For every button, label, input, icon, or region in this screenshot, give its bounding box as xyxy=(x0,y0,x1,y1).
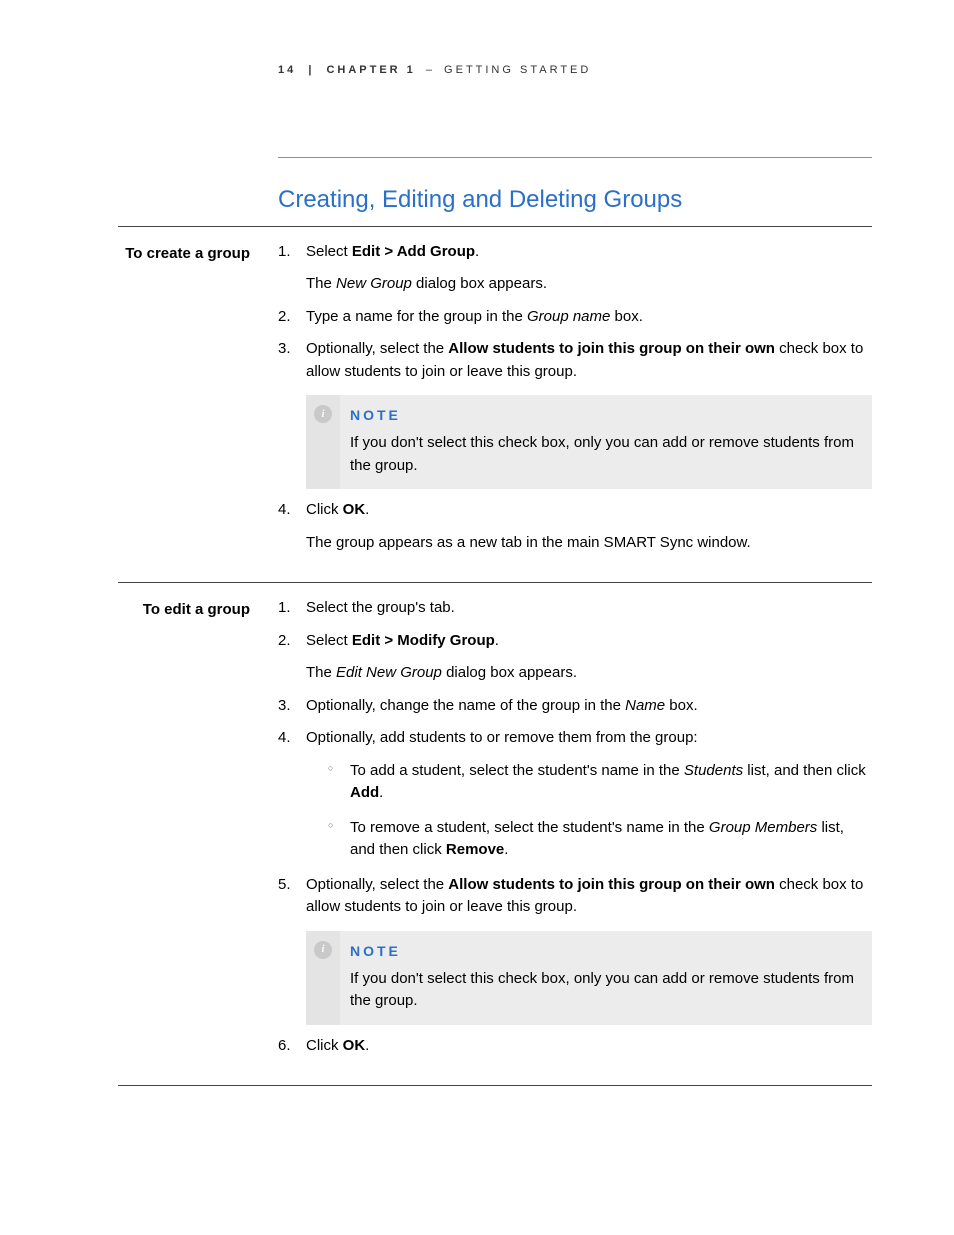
page-number: 14 xyxy=(278,64,296,76)
checkbox-label: Allow students to join this group on the… xyxy=(448,340,775,357)
text: Click xyxy=(306,1037,343,1054)
text: To add a student, select the student's n… xyxy=(350,762,684,779)
text: Optionally, change the name of the group… xyxy=(306,697,625,714)
edit-step-3: Optionally, change the name of the group… xyxy=(278,695,872,718)
edit-step-1: Select the group's tab. xyxy=(278,597,872,620)
running-header: 14 | CHAPTER 1 – GETTING STARTED xyxy=(118,62,872,79)
text: To remove a student, select the student'… xyxy=(350,819,709,836)
button-label: OK xyxy=(343,501,366,518)
text: dialog box appears. xyxy=(412,275,547,292)
text: dialog box appears. xyxy=(442,664,577,681)
create-step-2: Type a name for the group in the Group n… xyxy=(278,306,872,329)
create-step-4: Click OK. The group appears as a new tab… xyxy=(278,499,872,554)
chapter-label: CHAPTER 1 xyxy=(326,64,415,76)
button-label: Remove xyxy=(446,841,504,858)
field-name: Group name xyxy=(527,308,610,325)
chapter-title: GETTING STARTED xyxy=(444,64,591,76)
field-name: Name xyxy=(625,697,665,714)
text: . xyxy=(379,784,383,801)
text: Select xyxy=(306,632,352,649)
edit-group-label: To edit a group xyxy=(118,597,278,1067)
edit-step-2: Select Edit > Modify Group. The Edit New… xyxy=(278,630,872,685)
divider-mid xyxy=(118,582,872,583)
text: Optionally, select the xyxy=(306,340,448,357)
divider-bottom xyxy=(118,1085,872,1086)
text: The xyxy=(306,664,336,681)
edit-step-6: Click OK. xyxy=(278,1035,872,1058)
text: . xyxy=(365,501,369,518)
text: Optionally, add students to or remove th… xyxy=(306,729,698,746)
note-text: If you don't select this check box, only… xyxy=(350,432,858,477)
edit-step-4: Optionally, add students to or remove th… xyxy=(278,727,872,862)
note-text: If you don't select this check box, only… xyxy=(350,968,858,1013)
info-icon: i xyxy=(314,405,332,423)
section-title: Creating, Editing and Deleting Groups xyxy=(278,182,872,218)
list-name: Students xyxy=(684,762,743,779)
text: Select xyxy=(306,243,352,260)
text: list, and then click xyxy=(743,762,866,779)
create-group-block: To create a group Select Edit > Add Grou… xyxy=(118,241,872,565)
header-dash: – xyxy=(422,64,438,76)
text: The xyxy=(306,275,336,292)
create-step-1-sub: The New Group dialog box appears. xyxy=(306,273,872,296)
dialog-name: Edit New Group xyxy=(336,664,442,681)
header-separator: | xyxy=(302,64,320,76)
text: Optionally, select the xyxy=(306,876,448,893)
list-name: Group Members xyxy=(709,819,817,836)
create-step-3: Optionally, select the Allow students to… xyxy=(278,338,872,489)
note-box: i NOTE If you don't select this check bo… xyxy=(306,395,872,489)
button-label: OK xyxy=(343,1037,366,1054)
text: box. xyxy=(665,697,698,714)
menu-path: Edit > Modify Group xyxy=(352,632,495,649)
create-group-label: To create a group xyxy=(118,241,278,565)
button-label: Add xyxy=(350,784,379,801)
text: . xyxy=(495,632,499,649)
create-step-1: Select Edit > Add Group. The New Group d… xyxy=(278,241,872,296)
note-label: NOTE xyxy=(350,941,858,962)
text: . xyxy=(365,1037,369,1054)
text: Type a name for the group in the xyxy=(306,308,527,325)
edit-step-4-bullet-remove: To remove a student, select the student'… xyxy=(306,817,872,862)
note-icon-column: i xyxy=(306,395,340,489)
create-step-4-sub: The group appears as a new tab in the ma… xyxy=(306,532,872,555)
note-label: NOTE xyxy=(350,405,858,426)
text: Click xyxy=(306,501,343,518)
note-box: i NOTE If you don't select this check bo… xyxy=(306,931,872,1025)
menu-path: Edit > Add Group xyxy=(352,243,475,260)
text: . xyxy=(504,841,508,858)
note-icon-column: i xyxy=(306,931,340,1025)
dialog-name: New Group xyxy=(336,275,412,292)
edit-step-2-sub: The Edit New Group dialog box appears. xyxy=(306,662,872,685)
text: box. xyxy=(610,308,643,325)
text: . xyxy=(475,243,479,260)
edit-step-4-bullet-add: To add a student, select the student's n… xyxy=(306,760,872,805)
edit-group-block: To edit a group Select the group's tab. … xyxy=(118,597,872,1067)
divider-under-title xyxy=(118,226,872,227)
edit-step-5: Optionally, select the Allow students to… xyxy=(278,874,872,1025)
info-icon: i xyxy=(314,941,332,959)
checkbox-label: Allow students to join this group on the… xyxy=(448,876,775,893)
divider-top xyxy=(278,157,872,158)
